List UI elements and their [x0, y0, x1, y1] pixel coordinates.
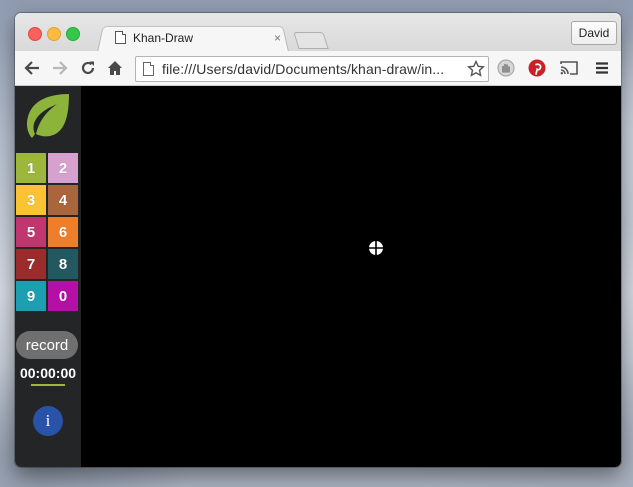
address-bar[interactable]: file:///Users/david/Documents/khan-draw/…	[135, 56, 489, 82]
address-url[interactable]: file:///Users/david/Documents/khan-draw/…	[162, 61, 467, 77]
menu-icon[interactable]	[593, 59, 611, 77]
window-maximize-button[interactable]	[66, 27, 80, 41]
drawing-canvas[interactable]	[81, 86, 621, 467]
color-swatch-1[interactable]: 1	[16, 153, 46, 183]
color-swatch-7[interactable]: 7	[16, 249, 46, 279]
page-icon	[115, 31, 126, 44]
tab-strip: Khan-Draw × David	[15, 13, 621, 52]
page-icon	[143, 62, 154, 76]
browser-window: Khan-Draw × David file:///Users/david/Do…	[15, 13, 621, 467]
browser-toolbar: file:///Users/david/Documents/khan-draw/…	[15, 51, 621, 86]
browser-tab-content[interactable]: Khan-Draw ×	[107, 24, 285, 51]
pinterest-icon[interactable]	[528, 59, 546, 77]
window-minimize-button[interactable]	[47, 27, 61, 41]
color-swatch-5[interactable]: 5	[16, 217, 46, 247]
color-swatch-3[interactable]: 3	[16, 185, 46, 215]
bookmark-star-icon[interactable]	[467, 60, 485, 78]
back-arrow-icon[interactable]	[23, 59, 41, 77]
tab-close-icon[interactable]: ×	[274, 31, 281, 45]
forward-arrow-icon[interactable]	[51, 59, 69, 77]
color-swatch-0[interactable]: 0	[48, 281, 78, 311]
color-swatch-4[interactable]: 4	[48, 185, 78, 215]
color-swatch-9[interactable]: 9	[16, 281, 46, 311]
new-tab-button[interactable]	[293, 32, 329, 49]
crosshair-cursor-icon	[368, 240, 384, 256]
window-close-button[interactable]	[28, 27, 42, 41]
leaf-icon	[27, 94, 69, 138]
tool-sidebar: 1 2 3 4 5 6 7 8 9 0 record 00:00:00 i	[15, 86, 81, 467]
color-swatch-8[interactable]: 8	[48, 249, 78, 279]
extension-hand-icon[interactable]	[497, 59, 515, 77]
record-timer: 00:00:00	[19, 365, 77, 381]
info-button[interactable]: i	[33, 406, 63, 436]
tab-title: Khan-Draw	[133, 30, 194, 45]
record-button[interactable]: record	[16, 331, 78, 359]
home-icon[interactable]	[106, 59, 124, 77]
reload-icon[interactable]	[79, 59, 97, 77]
page-content: 1 2 3 4 5 6 7 8 9 0 record 00:00:00 i	[15, 86, 621, 467]
timer-underline	[31, 384, 65, 386]
color-swatch-6[interactable]: 6	[48, 217, 78, 247]
color-swatch-2[interactable]: 2	[48, 153, 78, 183]
profile-button[interactable]: David	[571, 21, 617, 45]
cast-icon[interactable]	[560, 59, 578, 77]
